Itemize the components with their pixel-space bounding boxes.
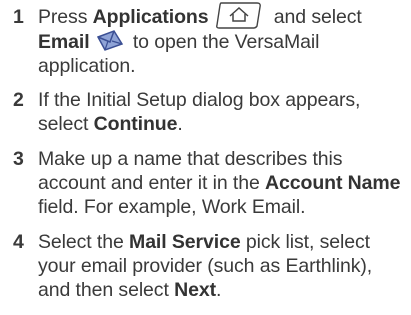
next-label: Next (174, 279, 216, 301)
step-text: Select the (38, 231, 130, 253)
account-name-label: Account Name (265, 172, 401, 194)
step-text: Press (38, 6, 93, 28)
applications-label: Applications (92, 6, 209, 28)
step-4: 4 Select the Mail Service pick list, sel… (0, 230, 411, 302)
step-3: 3 Make up a name that describes this acc… (0, 147, 411, 219)
step-number: 3 (13, 148, 24, 170)
step-text: field. For example, Work Email. (38, 196, 306, 218)
step-text: and select (268, 6, 362, 28)
mail-service-label: Mail Service (129, 231, 241, 253)
step-text: . (215, 279, 222, 301)
step-1: 1 Press Applications and select Email to… (0, 2, 411, 78)
step-text: . (177, 113, 183, 135)
step-number: 4 (13, 231, 24, 253)
step-number: 1 (13, 6, 24, 28)
continue-label: Continue (93, 113, 178, 135)
step-text: If the Initial Setup dialog box appears,… (38, 89, 361, 135)
step-2: 2 If the Initial Setup dialog box appear… (0, 88, 411, 136)
applications-button-icon (216, 2, 262, 29)
email-envelope-icon (96, 30, 123, 52)
email-label: Email (38, 30, 90, 53)
step-number: 2 (13, 89, 24, 111)
